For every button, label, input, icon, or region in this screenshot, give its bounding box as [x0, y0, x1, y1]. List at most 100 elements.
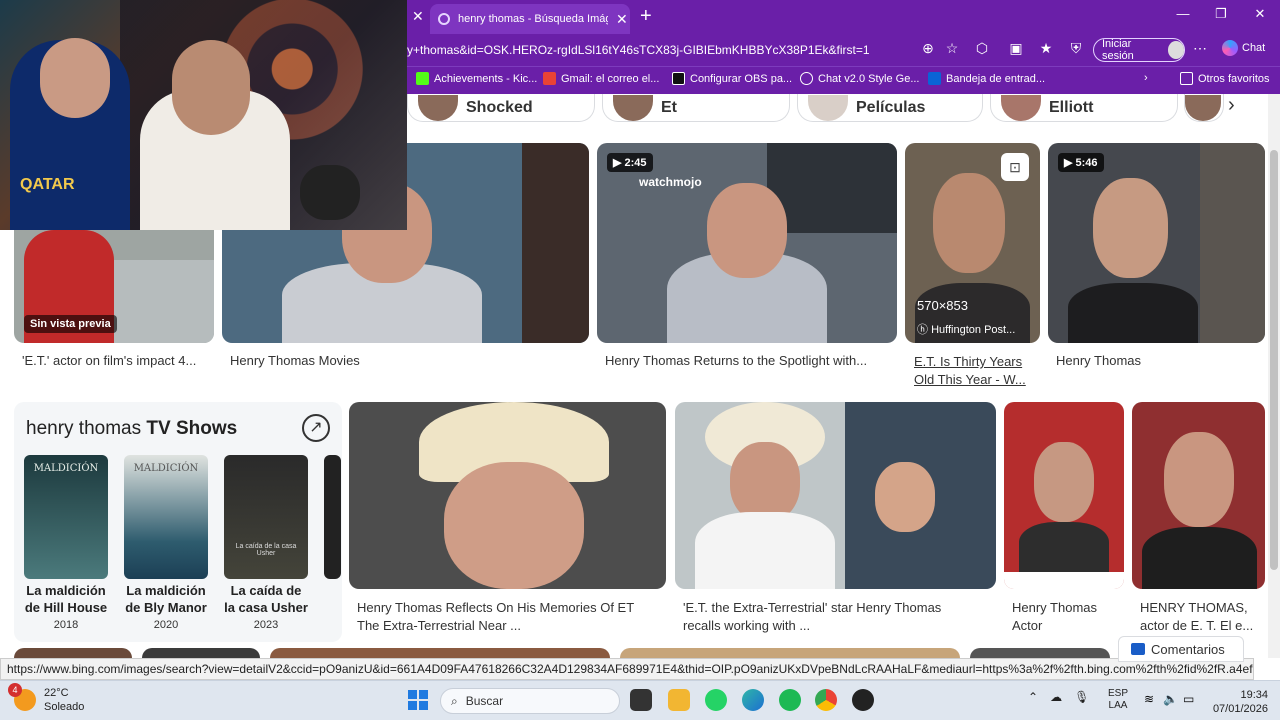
related-chip[interactable]: Shocked	[407, 94, 595, 122]
tv-show-title[interactable]: La maldición de Bly Manor	[116, 582, 216, 616]
wifi-icon[interactable]: ≋	[1144, 692, 1154, 706]
bookmark-item[interactable]: Chat v2.0 Style Ge...	[800, 72, 920, 85]
tv-show-poster[interactable]: La caída de la casa Usher	[224, 455, 308, 579]
copilot-icon	[1222, 40, 1238, 56]
tv-show-title[interactable]: La maldición de Hill House	[16, 582, 116, 616]
file-explorer-icon[interactable]	[668, 689, 690, 711]
image-result[interactable]	[349, 402, 666, 589]
image-result-partial[interactable]	[970, 648, 1110, 658]
video-duration: ▶ 2:45	[607, 153, 653, 172]
arrow-up-right-icon[interactable]: ↗	[302, 414, 330, 442]
video-result[interactable]: ▶ 5:46	[1048, 143, 1265, 343]
task-view-icon[interactable]	[630, 689, 652, 711]
globe-icon	[800, 72, 813, 85]
weather-desc: Soleado	[44, 701, 85, 713]
related-chip-partial[interactable]	[1184, 94, 1224, 122]
split-screen-icon[interactable]: ▣	[1006, 40, 1026, 57]
windows-start-icon[interactable]	[408, 690, 428, 710]
related-chip[interactable]: Elliott	[990, 94, 1178, 122]
volume-icon[interactable]: 🔈	[1163, 692, 1178, 706]
tv-shows-title: henry thomas TV Shows	[26, 418, 238, 439]
image-result-partial[interactable]	[620, 648, 960, 658]
taskbar-search[interactable]: ⌕ Buscar	[440, 688, 620, 714]
webcam-overlay: QATAR	[0, 0, 407, 230]
related-chip[interactable]: Películas	[797, 94, 983, 122]
chip-thumbnail	[1001, 94, 1041, 121]
extensions-icon[interactable]: ⬡	[972, 40, 992, 57]
video-duration: ▶ 5:46	[1058, 153, 1104, 172]
chip-thumbnail	[418, 94, 458, 121]
browser-essentials-icon[interactable]: ⛨	[1066, 40, 1086, 57]
clock[interactable]: 19:34 07/01/2026	[1200, 688, 1268, 716]
onedrive-icon[interactable]: ☁	[1050, 690, 1062, 704]
tab-active[interactable]: henry thomas - Búsqueda Imágenes ✕	[430, 4, 630, 34]
result-caption[interactable]: Henry Thomas Returns to the Spotlight wi…	[605, 353, 867, 368]
close-tab-icon[interactable]: ✕	[616, 11, 628, 28]
scrollbar-thumb[interactable]	[1270, 150, 1278, 570]
tv-show-title[interactable]: La caída de la casa Usher	[216, 582, 316, 616]
zoom-icon[interactable]: ⊕	[918, 40, 938, 57]
other-favorites[interactable]: Otros favoritos	[1180, 72, 1270, 85]
image-result[interactable]	[1004, 402, 1124, 589]
chrome-icon[interactable]	[815, 689, 837, 711]
result-caption[interactable]: 'E.T. the Extra-Terrestrial' star Henry …	[683, 599, 941, 635]
sun-icon: 4	[8, 683, 36, 711]
battery-icon[interactable]: ▭	[1183, 692, 1194, 706]
result-caption[interactable]: E.T. Is Thirty Years Old This Year - W...	[914, 353, 1026, 389]
image-result[interactable]	[1132, 402, 1265, 589]
image-result-partial[interactable]	[142, 648, 260, 658]
result-caption[interactable]: 'E.T.' actor on film's impact 4...	[22, 353, 196, 368]
image-result[interactable]: Sin vista previa	[14, 230, 214, 343]
kick-icon	[416, 72, 429, 85]
more-options-icon[interactable]: ⋯	[1190, 40, 1210, 57]
close-previous-tab-icon[interactable]: ✕	[412, 8, 424, 25]
result-caption[interactable]: Henry Thomas Actor	[1012, 599, 1097, 635]
result-caption[interactable]: Henry Thomas Movies	[230, 353, 360, 368]
result-caption[interactable]: HENRY THOMAS, actor de E. T. El e...	[1140, 599, 1253, 635]
visual-search-icon[interactable]: ⊡	[1001, 153, 1029, 181]
url-field[interactable]: y+thomas&id=OSK.HEROz-rgIdLSl16tY46sTCX8…	[407, 38, 967, 62]
copilot-chat-button[interactable]: Chat	[1222, 40, 1265, 56]
favorites-icon[interactable]: ★	[1036, 40, 1056, 57]
tv-show-poster[interactable]: MALDICIÓN	[124, 455, 208, 579]
obs-icon[interactable]	[852, 689, 874, 711]
favorite-star-icon[interactable]: ☆	[942, 40, 962, 57]
bookmark-item[interactable]: Achievements - Kic...	[416, 72, 537, 85]
minimize-button[interactable]: —	[1168, 6, 1198, 21]
new-tab-button[interactable]: +	[640, 5, 652, 28]
v-logo-icon	[672, 72, 685, 85]
chat-label: Chat	[1242, 42, 1266, 54]
no-preview-badge: Sin vista previa	[24, 315, 117, 333]
bookmarks-overflow-icon[interactable]: ›	[1144, 72, 1148, 84]
close-window-button[interactable]: ✕	[1245, 6, 1275, 22]
maximize-button[interactable]: ❐	[1206, 6, 1236, 22]
jersey-text: QATAR	[20, 176, 75, 193]
image-result-partial[interactable]	[270, 648, 610, 658]
whatsapp-icon[interactable]	[705, 689, 727, 711]
image-result-partial[interactable]	[14, 648, 132, 658]
chevron-right-icon[interactable]: ›	[1228, 94, 1235, 117]
bookmark-item[interactable]: Gmail: el correo el...	[543, 72, 659, 85]
bookmark-item[interactable]: Configurar OBS pa...	[672, 72, 792, 85]
weather-widget[interactable]: 4 22°C Soleado	[8, 683, 85, 714]
comment-icon	[1131, 643, 1145, 655]
result-caption[interactable]: Henry Thomas	[1056, 353, 1141, 368]
image-source: ⓗ Huffington Post...	[917, 324, 1016, 336]
tab-title: henry thomas - Búsqueda Imágenes	[458, 13, 608, 25]
result-caption[interactable]: Henry Thomas Reflects On His Memories Of…	[357, 599, 634, 635]
microphone-icon[interactable]: 🎙	[1074, 690, 1089, 704]
signin-button[interactable]: Iniciar sesión	[1093, 38, 1185, 62]
image-result[interactable]: ⊡ 570×853 ⓗ Huffington Post...	[905, 143, 1040, 343]
image-result[interactable]	[675, 402, 996, 589]
tv-show-poster-partial[interactable]	[324, 455, 341, 579]
video-result[interactable]: ▶ 2:45 watchmojo	[597, 143, 897, 343]
spotify-icon[interactable]	[779, 689, 801, 711]
edge-icon[interactable]	[742, 689, 764, 711]
related-chip[interactable]: Et	[602, 94, 790, 122]
feedback-button[interactable]: Comentarios	[1118, 636, 1244, 662]
language-indicator[interactable]: ESP LAA	[1108, 688, 1128, 712]
bookmark-item[interactable]: Bandeja de entrad...	[928, 72, 1045, 85]
chevron-up-icon[interactable]: ⌃	[1028, 690, 1038, 704]
chip-thumbnail	[613, 94, 653, 121]
tv-show-poster[interactable]: MALDICIÓN	[24, 455, 108, 579]
